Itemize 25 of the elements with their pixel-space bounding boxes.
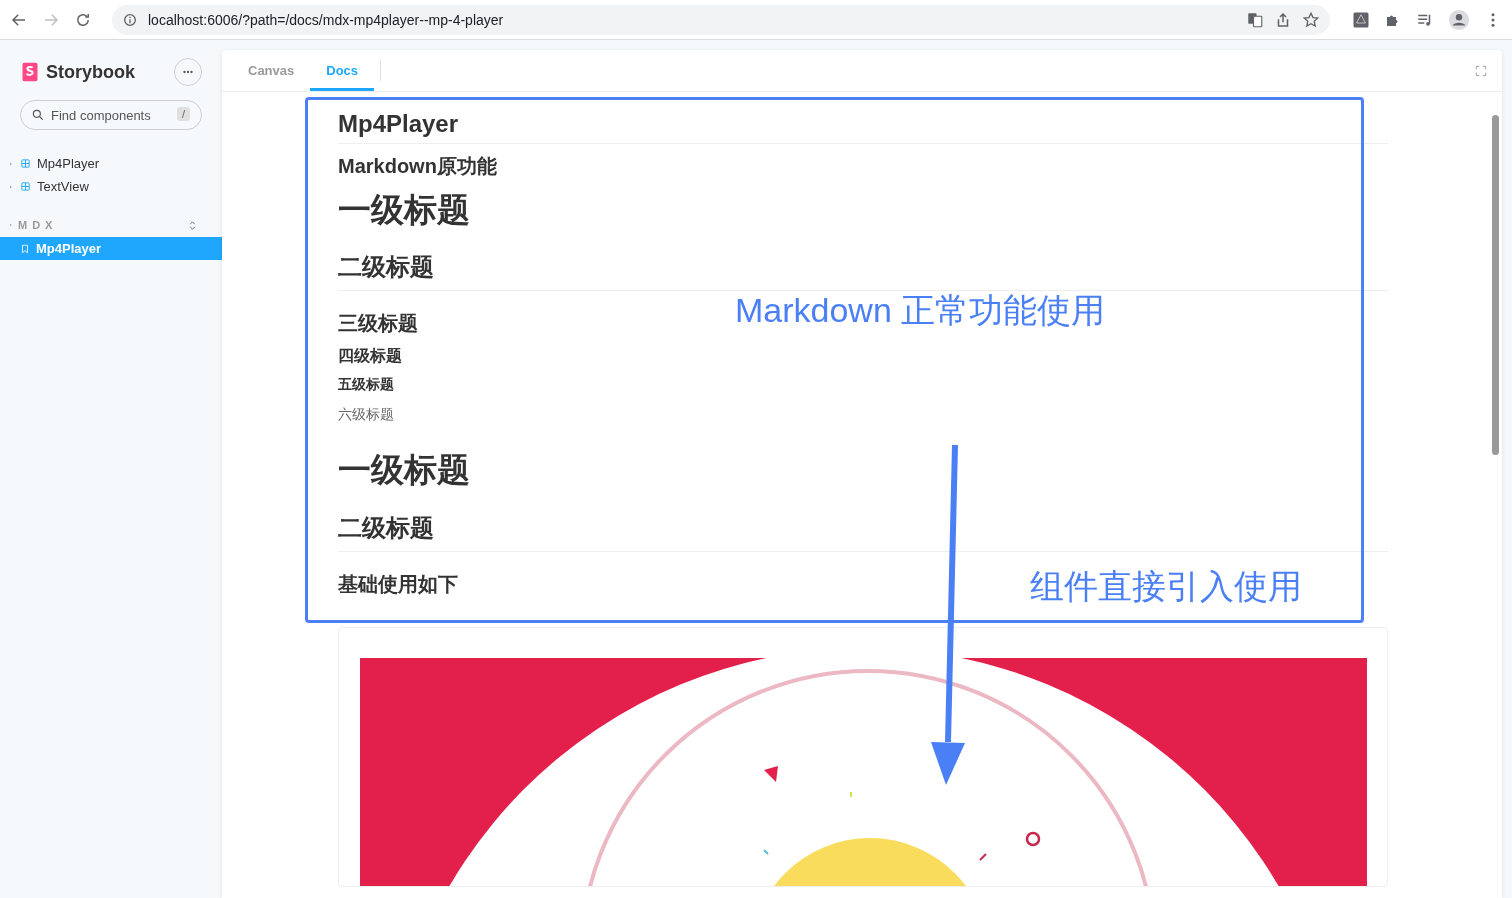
group-label: MDX	[18, 219, 59, 231]
extension-icon[interactable]	[1352, 10, 1370, 29]
doc-heading: Markdown原功能	[338, 155, 497, 177]
doc-heading: 三级标题	[338, 312, 418, 335]
doc-heading: Mp4Player	[338, 110, 459, 137]
doc-heading: 基础使用如下	[338, 572, 458, 595]
annotation-text: 组件直接引入使用	[1030, 566, 1302, 607]
doc-heading: 二级标题	[338, 513, 434, 541]
doc-heading: 二级标题	[338, 253, 434, 281]
logo-icon	[20, 61, 40, 83]
doc-heading: 一级标题	[338, 191, 470, 228]
brand-name: Storybook	[46, 61, 136, 83]
address-bar[interactable]: localhost:6006/?path=/docs/mdx-mp4player--mp-4-player	[112, 4, 1330, 35]
url-text: localhost:6006/?path=/docs/mdx-mp4player--mp-4-player	[148, 11, 505, 28]
star-icon[interactable]	[1302, 10, 1320, 29]
bookmark-icon	[20, 243, 30, 254]
annotation-text: Markdown 正常功能使用	[735, 290, 1106, 331]
doc-heading: 六级标题	[338, 405, 394, 422]
doc-heading: 五级标题	[338, 376, 394, 393]
avatar-icon[interactable]	[1448, 8, 1470, 31]
search-icon	[31, 108, 45, 122]
doc-heading: 四级标题	[338, 347, 402, 365]
doc-heading: 一级标题	[338, 451, 470, 489]
translate-icon[interactable]	[1246, 10, 1264, 29]
info-icon	[122, 11, 138, 28]
